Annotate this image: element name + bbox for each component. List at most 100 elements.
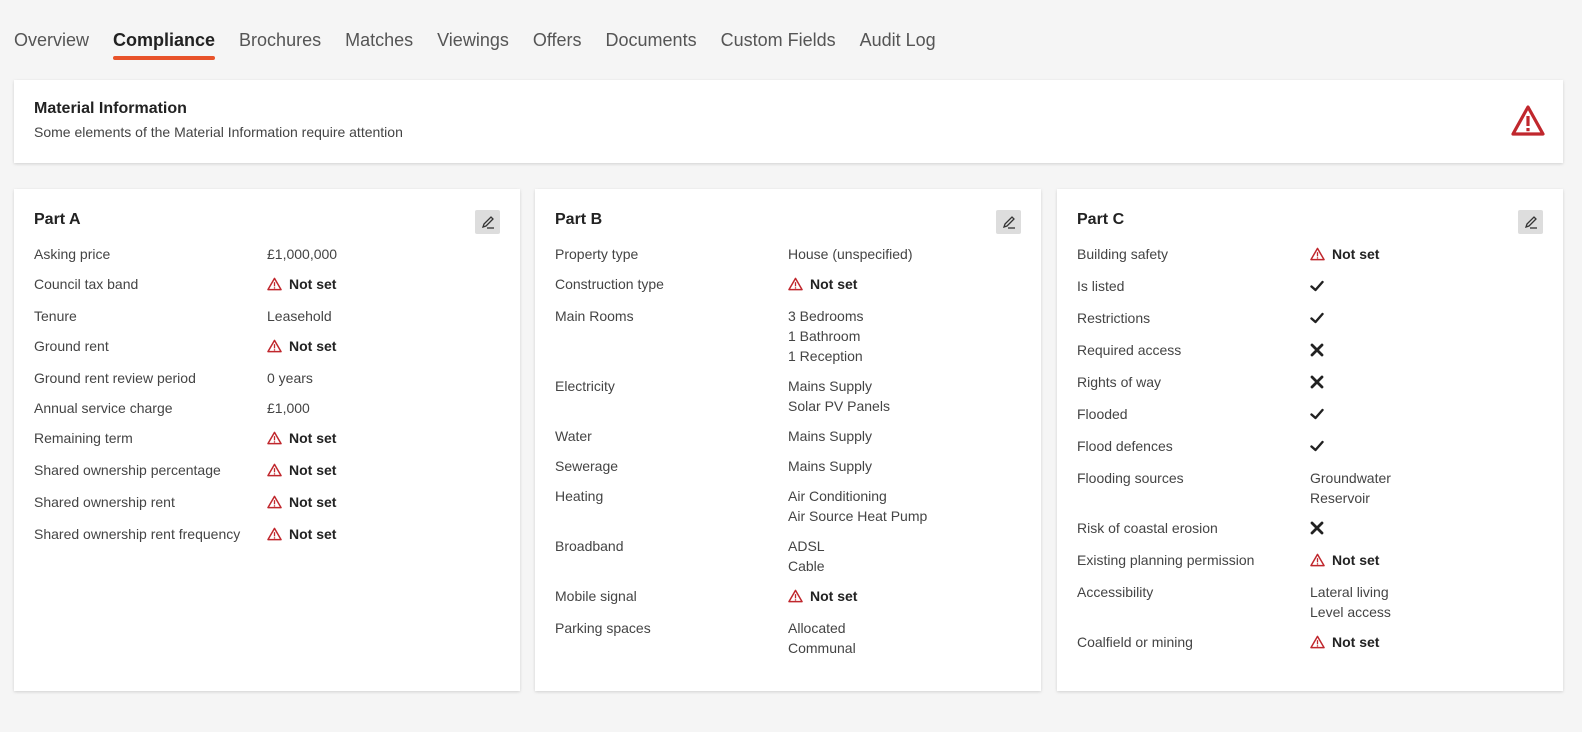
tab-documents[interactable]: Documents: [606, 26, 697, 60]
not-set-status: Not set: [1310, 632, 1379, 652]
not-set-status: Not set: [267, 336, 336, 356]
not-set-status: Not set: [267, 524, 336, 544]
part-a-card: Part A Asking price £1,000,000 Council tax…: [14, 189, 520, 691]
value-line: Mains Supply: [788, 428, 873, 444]
not-set-label: Not set: [289, 338, 337, 354]
warning-icon: [267, 431, 282, 445]
tab-offers[interactable]: Offers: [533, 26, 582, 60]
value-line: Mains Supply: [788, 458, 873, 474]
info-row: Property type House (unspecified): [555, 244, 1021, 264]
card-title: Part A: [34, 211, 81, 228]
value-line: 1 Bathroom: [788, 328, 861, 344]
tab-custom-fields[interactable]: Custom Fields: [721, 26, 836, 60]
info-row: Tenure Leasehold: [34, 306, 500, 326]
not-set-label: Not set: [289, 494, 337, 510]
row-label: Building safety: [1077, 246, 1169, 262]
row-label: Mobile signal: [555, 588, 637, 604]
info-row: Flooding sources Groundwater Reservoir: [1077, 468, 1543, 508]
info-row: Rights of way: [1077, 372, 1543, 394]
value-line: Cable: [788, 558, 825, 574]
edit-button[interactable]: [996, 210, 1021, 234]
tab-overview[interactable]: Overview: [14, 26, 89, 60]
info-row: Main Rooms 3 Bedrooms 1 Bathroom 1 Receptio…: [555, 306, 1021, 366]
banner-subtitle: Some elements of the Material Informatio…: [34, 124, 403, 140]
value-line: Communal: [788, 640, 856, 656]
check-icon: [1310, 440, 1324, 452]
pencil-icon: [1524, 216, 1537, 229]
info-row: Ground rent Not set: [34, 336, 500, 358]
row-value: 0 years: [267, 368, 313, 388]
row-label: Annual service charge: [34, 400, 173, 416]
info-row: Ground rent review period 0 years: [34, 368, 500, 388]
row-label: Parking spaces: [555, 620, 651, 636]
info-row: Flooded: [1077, 404, 1543, 426]
value-line: Groundwater: [1310, 470, 1391, 486]
rows: Property type House (unspecified) Construc…: [555, 244, 1021, 658]
not-set-label: Not set: [1332, 552, 1380, 568]
row-value: Not set: [267, 336, 336, 358]
warning-icon: [267, 495, 282, 509]
value-line: 0 years: [267, 370, 313, 386]
row-label: Heating: [555, 488, 604, 504]
row-value: Air Conditioning Air Source Heat Pump: [788, 486, 927, 526]
tab-compliance[interactable]: Compliance: [113, 26, 216, 60]
not-set-status: Not set: [267, 492, 336, 512]
info-row: Mobile signal Not set: [555, 586, 1021, 608]
row-label: Ground rent: [34, 338, 109, 354]
card-title: Part B: [555, 211, 603, 228]
row-label: Council tax band: [34, 276, 139, 292]
value-line: 3 Bedrooms: [788, 308, 864, 324]
row-label: Rights of way: [1077, 374, 1162, 390]
row-value: Leasehold: [267, 306, 332, 326]
not-set-label: Not set: [1332, 246, 1380, 262]
info-row: Construction type Not set: [555, 274, 1021, 296]
info-row: Restrictions: [1077, 308, 1543, 330]
row-value: Not set: [267, 492, 336, 514]
info-row: Water Mains Supply: [555, 426, 1021, 446]
row-label: Sewerage: [555, 458, 619, 474]
warning-icon: [267, 277, 282, 291]
rows: Building safety Not set Is listed Restricti…: [1077, 244, 1543, 654]
row-value: Mains Supply: [788, 426, 872, 446]
row-value: [1310, 436, 1324, 458]
value-line: Air Source Heat Pump: [788, 508, 928, 524]
value-line: Lateral living: [1310, 584, 1389, 600]
cross-icon: [1310, 375, 1324, 389]
tab-brochures[interactable]: Brochures: [239, 26, 321, 60]
row-value: Lateral living Level access: [1310, 582, 1391, 622]
info-row: Coalfield or mining Not set: [1077, 632, 1543, 654]
edit-button[interactable]: [1518, 210, 1543, 234]
warning-icon: [1310, 247, 1325, 261]
row-value: [1310, 276, 1324, 298]
check-icon: [1310, 312, 1324, 324]
info-row: Shared ownership rent Not set: [34, 492, 500, 514]
row-label: Coalfield or mining: [1077, 634, 1193, 650]
not-set-status: Not set: [788, 586, 857, 606]
value-line: Solar PV Panels: [788, 398, 890, 414]
tab-matches[interactable]: Matches: [345, 26, 413, 60]
not-set-label: Not set: [810, 588, 858, 604]
row-value: Not set: [267, 460, 336, 482]
value-line: Mains Supply: [788, 378, 873, 394]
row-label: Is listed: [1077, 278, 1125, 294]
tab-viewings[interactable]: Viewings: [437, 26, 509, 60]
tab-audit-log[interactable]: Audit Log: [860, 26, 936, 60]
info-row: Accessibility Lateral living Level access: [1077, 582, 1543, 622]
not-set-label: Not set: [810, 276, 858, 292]
not-set-label: Not set: [289, 462, 337, 478]
value-line: Allocated: [788, 620, 846, 636]
row-label: Flood defences: [1077, 438, 1173, 454]
row-value: £1,000,000: [267, 244, 337, 264]
edit-button[interactable]: [475, 210, 500, 234]
value-line: Leasehold: [267, 308, 332, 324]
row-label: Shared ownership rent: [34, 494, 175, 510]
row-label: Construction type: [555, 276, 664, 292]
not-set-status: Not set: [1310, 244, 1379, 264]
info-row: Heating Air Conditioning Air Source Heat P…: [555, 486, 1021, 526]
value-line: Reservoir: [1310, 490, 1370, 506]
cross-icon: [1310, 521, 1324, 535]
warning-icon: [1310, 635, 1325, 649]
row-label: Tenure: [34, 308, 77, 324]
row-value: Not set: [1310, 550, 1379, 572]
info-row: Annual service charge £1,000: [34, 398, 500, 418]
